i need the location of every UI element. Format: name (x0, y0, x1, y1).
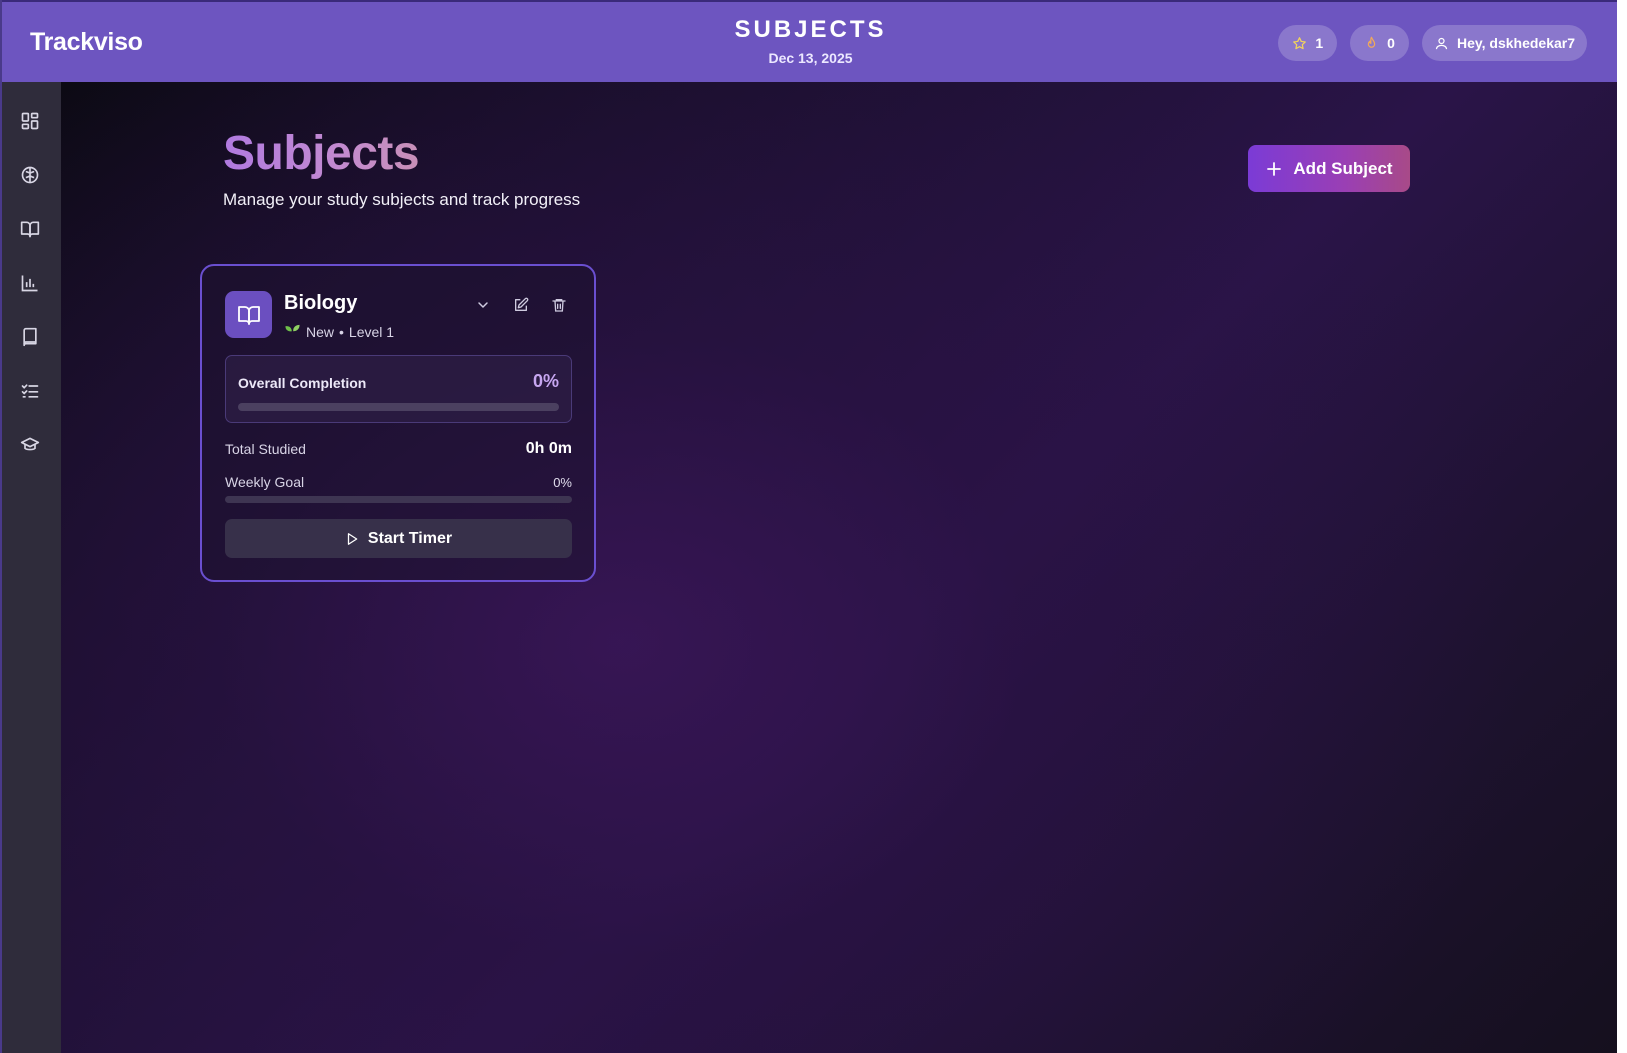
subject-level: Level 1 (348, 324, 395, 340)
card-actions (474, 296, 568, 314)
completion-label: Overall Completion (238, 375, 367, 391)
subject-meta: New • Level 1 (284, 322, 394, 342)
trash-icon (552, 299, 566, 312)
weekly-goal-value: 0% (553, 474, 572, 490)
stars-count: 1 (1315, 35, 1324, 51)
app-window: Trackviso SUBJECTS Dec 13, 2025 1 0 Hey,… (0, 0, 1617, 1053)
add-subject-label: Add Subject (1293, 158, 1393, 178)
plus-icon (1265, 160, 1283, 178)
completion-value: 0% (532, 371, 559, 391)
edit-subject-button[interactable] (512, 296, 530, 314)
streak-count: 0 (1387, 35, 1395, 51)
seedling-icon (284, 322, 301, 342)
weekly-goal-label: Weekly Goal (225, 474, 305, 490)
expand-button[interactable] (474, 296, 492, 314)
subject-icon-tile (225, 291, 272, 338)
sidebar-item-subjects[interactable] (19, 218, 41, 240)
chevron-down-icon (478, 302, 488, 308)
user-greeting: Hey, dskhedekar7 (1456, 35, 1575, 51)
sidebar-item-dashboard[interactable] (19, 110, 41, 132)
stars-badge[interactable]: 1 (1278, 25, 1338, 61)
sidebar-item-ai[interactable] (19, 164, 41, 186)
total-studied-value: 0h 0m (525, 440, 572, 457)
completion-panel: Overall Completion 0% (225, 355, 572, 423)
weekly-goal-progress-bar (225, 496, 572, 503)
checklist-icon (20, 381, 40, 401)
sidebar-item-insights[interactable] (19, 272, 41, 294)
start-timer-label: Start Timer (367, 529, 453, 547)
total-studied-label: Total Studied (225, 441, 306, 457)
open-book-icon (20, 219, 40, 239)
star-icon (1292, 36, 1307, 51)
page-title: Subjects (223, 127, 420, 180)
dashboard-icon (20, 111, 40, 131)
sidebar-item-resources[interactable] (19, 326, 41, 348)
bar-chart-icon (20, 273, 40, 293)
completion-progress-bar (238, 403, 559, 411)
flame-icon (1364, 36, 1379, 51)
play-icon (345, 532, 359, 546)
open-book-icon (237, 303, 261, 327)
subject-name: Biology (284, 292, 358, 314)
streak-badge[interactable]: 0 (1350, 25, 1409, 61)
sidebar-item-tasks[interactable] (19, 380, 41, 402)
start-timer-button[interactable]: Start Timer (225, 519, 572, 558)
delete-subject-button[interactable] (550, 296, 568, 314)
page-subtitle: Manage your study subjects and track pro… (223, 190, 581, 209)
add-subject-button[interactable]: Add Subject (1248, 145, 1410, 192)
meta-separator: • (339, 324, 344, 340)
weekly-goal-row: Weekly Goal 0% (225, 474, 572, 490)
sidebar (2, 82, 61, 1053)
subject-card[interactable]: Biology New • Level 1 Overall Completion… (200, 264, 596, 582)
subject-status: New (306, 324, 335, 340)
sidebar-item-study[interactable] (19, 434, 41, 456)
total-studied-row: Total Studied 0h 0m (225, 440, 572, 458)
edit-icon (515, 297, 529, 311)
user-icon (1434, 36, 1449, 51)
graduation-cap-icon (20, 435, 40, 455)
header-actions: 1 0 Hey, dskhedekar7 (1278, 25, 1587, 61)
user-menu-button[interactable]: Hey, dskhedekar7 (1421, 25, 1587, 61)
main-content: Subjects Manage your study subjects and … (61, 82, 1617, 1053)
window-edge (1617, 0, 1627, 1053)
brand-logo[interactable]: Trackviso (30, 28, 143, 57)
notebook-icon (20, 327, 40, 347)
top-bar: Trackviso SUBJECTS Dec 13, 2025 1 0 Hey,… (2, 0, 1617, 82)
brain-icon (20, 165, 40, 185)
